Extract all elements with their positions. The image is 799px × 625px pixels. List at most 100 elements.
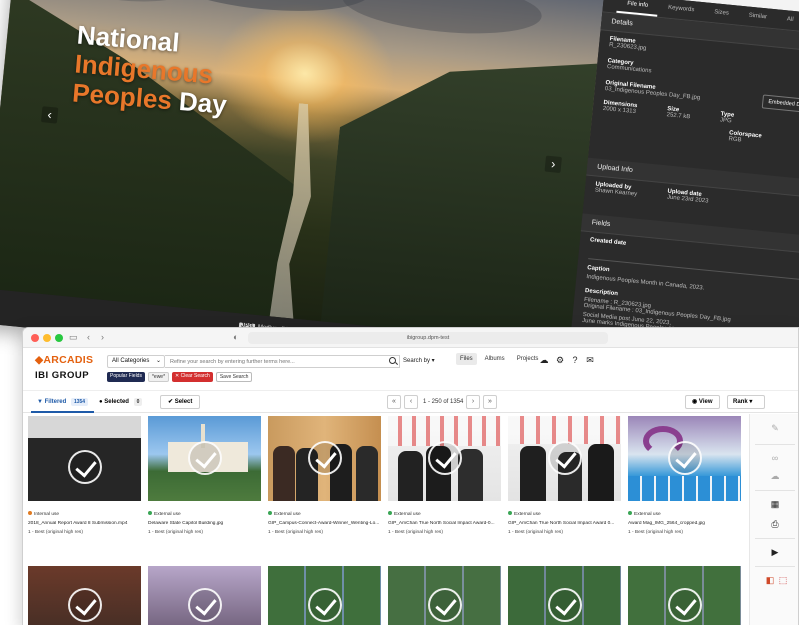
asset-card[interactable]: External use GIP_AmChan True North Socia… [508,416,621,535]
selection-check-icon[interactable] [68,450,102,484]
save-search-button[interactable]: Save Search [215,372,253,382]
selection-check-icon[interactable] [548,441,582,475]
search-term-chip[interactable]: *ewe* [147,372,170,382]
asset-card[interactable] [508,566,621,625]
back-icon[interactable]: ‹ [87,332,90,342]
asset-filename[interactable]: Award Mag_IMG_2564_cropped.jpg [628,521,741,526]
asset-card[interactable]: External use GIP_Campus-Connect-Award-Wi… [268,416,381,535]
link-icon[interactable]: ∞ [769,452,781,464]
usage-badge: External use [148,511,261,517]
upload-cloud-icon[interactable]: ☁ [539,355,549,365]
maximize-window-icon[interactable] [55,334,63,342]
asset-card[interactable] [388,566,501,625]
usage-badge: External use [268,511,381,517]
asset-thumbnail[interactable] [28,416,141,501]
asset-filename[interactable]: GIP_AmChan True North Social Impact Awar… [508,521,621,526]
slideshow-icon[interactable]: ▶ [769,546,781,558]
asset-card[interactable] [148,566,261,625]
results-toolbar: ▼ Filtered 1354 ● Selected 0 ✔ Select « … [23,391,798,413]
tab-sizes[interactable]: Sizes [703,2,739,24]
action-rail: ✎ ∞ ☁ ▦ ⎙ ▶ ◧ ⬚ [749,414,798,625]
search-icon[interactable] [389,357,396,364]
selection-check-icon[interactable] [548,588,582,622]
selection-check-icon[interactable] [668,441,702,475]
office-export-icon[interactable]: ◧ [764,574,776,586]
tab-selected[interactable]: ● Selected 0 [93,391,148,413]
tab-projects[interactable]: Projects [513,353,543,365]
tab-all[interactable]: All [776,9,799,31]
asset-card[interactable]: External use Award Mag_IMG_2564_cropped.… [628,416,741,535]
asset-thumbnail[interactable] [28,566,141,625]
next-page-button[interactable]: › [466,395,480,409]
search-chips: Popular Fields *ewe* ✕ Clear Search Save… [107,372,253,382]
asset-thumbnail[interactable] [268,416,381,501]
next-image-arrow-icon[interactable]: › [544,155,562,174]
tab-similar[interactable]: Similar [738,6,778,29]
select-button[interactable]: ✔ Select [160,395,201,409]
usage-badge: External use [508,511,621,517]
search-input[interactable] [165,355,400,368]
last-page-button[interactable]: » [483,395,497,409]
embedded-data-button[interactable]: Embedded Data [761,94,799,114]
asset-filename[interactable]: Delaware State Capitol Building.jpg [148,521,261,526]
asset-thumbnail[interactable] [628,416,741,501]
asset-rendition: 1 - Best (original high res) [388,530,443,535]
selection-check-icon[interactable] [428,588,462,622]
asset-thumbnail[interactable] [148,566,261,625]
asset-card[interactable] [28,566,141,625]
asset-filename[interactable]: GIP_AmChan True North Social Impact Awar… [388,521,501,526]
cloud-icon[interactable]: ☁ [769,470,781,482]
previous-image-arrow-icon[interactable]: ‹ [40,106,59,124]
asset-card[interactable]: External use Delaware State Capitol Buil… [148,416,261,535]
selection-check-icon[interactable] [428,441,462,475]
asset-thumbnail[interactable] [148,416,261,501]
asset-thumbnail[interactable] [508,566,621,625]
asset-thumbnail[interactable] [508,416,621,501]
view-button[interactable]: ◉ View [685,395,720,409]
asset-rendition: 1 - Best (original high res) [628,530,683,535]
selection-check-icon[interactable] [188,588,222,622]
popular-fields-chip[interactable]: Popular Fields [107,372,145,382]
tab-albums[interactable]: Albums [481,353,509,365]
asset-thumbnail[interactable] [388,416,501,501]
asset-filename[interactable]: 2018_Annual Report Award 8 Submission.mp… [28,521,141,526]
selection-check-icon[interactable] [308,441,342,475]
first-page-button[interactable]: « [387,395,401,409]
selection-check-icon[interactable] [188,441,222,475]
asset-thumbnail[interactable] [268,566,381,625]
tab-filtered[interactable]: ▼ Filtered 1354 [31,391,95,413]
previous-page-button[interactable]: ‹ [404,395,418,409]
brand-logo[interactable]: ◆ARCADIS IBI GROUP [35,354,93,381]
announcement-icon[interactable]: ✉ [585,355,595,365]
asset-card[interactable]: External use GIP_AmChan True North Socia… [388,416,501,535]
forward-icon[interactable]: › [101,332,104,342]
grid-view-icon[interactable]: ▦ [769,498,781,510]
asset-library-window: ▭ ‹ › ◐ ibigroup.dpm-test ◆ARCADIS IBI G… [22,327,799,625]
category-select[interactable]: All Categories ⌄ [107,355,165,368]
edit-pencil-icon[interactable]: ✎ [769,422,781,434]
selection-check-icon[interactable] [308,588,342,622]
asset-card[interactable] [628,566,741,625]
print-icon[interactable]: ⎙ [769,518,781,530]
minimize-window-icon[interactable] [43,334,51,342]
settings-gear-icon[interactable]: ⚙ [555,355,565,365]
help-icon[interactable]: ? [570,355,580,365]
clear-search-button[interactable]: ✕ Clear Search [172,372,213,382]
sidebar-toggle-icon[interactable]: ▭ [69,332,78,343]
chevron-down-icon: ⌄ [155,358,161,364]
asset-card[interactable] [268,566,381,625]
pdf-export-icon[interactable]: ⬚ [777,574,789,586]
asset-filename[interactable]: GIP_Campus-Connect-Award-Winner_Wenting-… [268,521,381,526]
selection-check-icon[interactable] [668,588,702,622]
close-window-icon[interactable] [31,334,39,342]
asset-thumbnail[interactable] [628,566,741,625]
selection-check-icon[interactable] [68,588,102,622]
search-by-dropdown[interactable]: Search by ▾ [403,357,435,364]
address-bar[interactable]: ibigroup.dpm-test [248,332,608,344]
usage-badge: External use [628,511,741,517]
rank-sort-dropdown[interactable]: Rank ▾ [727,395,765,409]
filtered-count-badge: 1354 [70,398,89,406]
asset-card[interactable]: Internal use 2018_Annual Report Award 8 … [28,416,141,535]
tab-files[interactable]: Files [456,353,477,365]
asset-thumbnail[interactable] [388,566,501,625]
